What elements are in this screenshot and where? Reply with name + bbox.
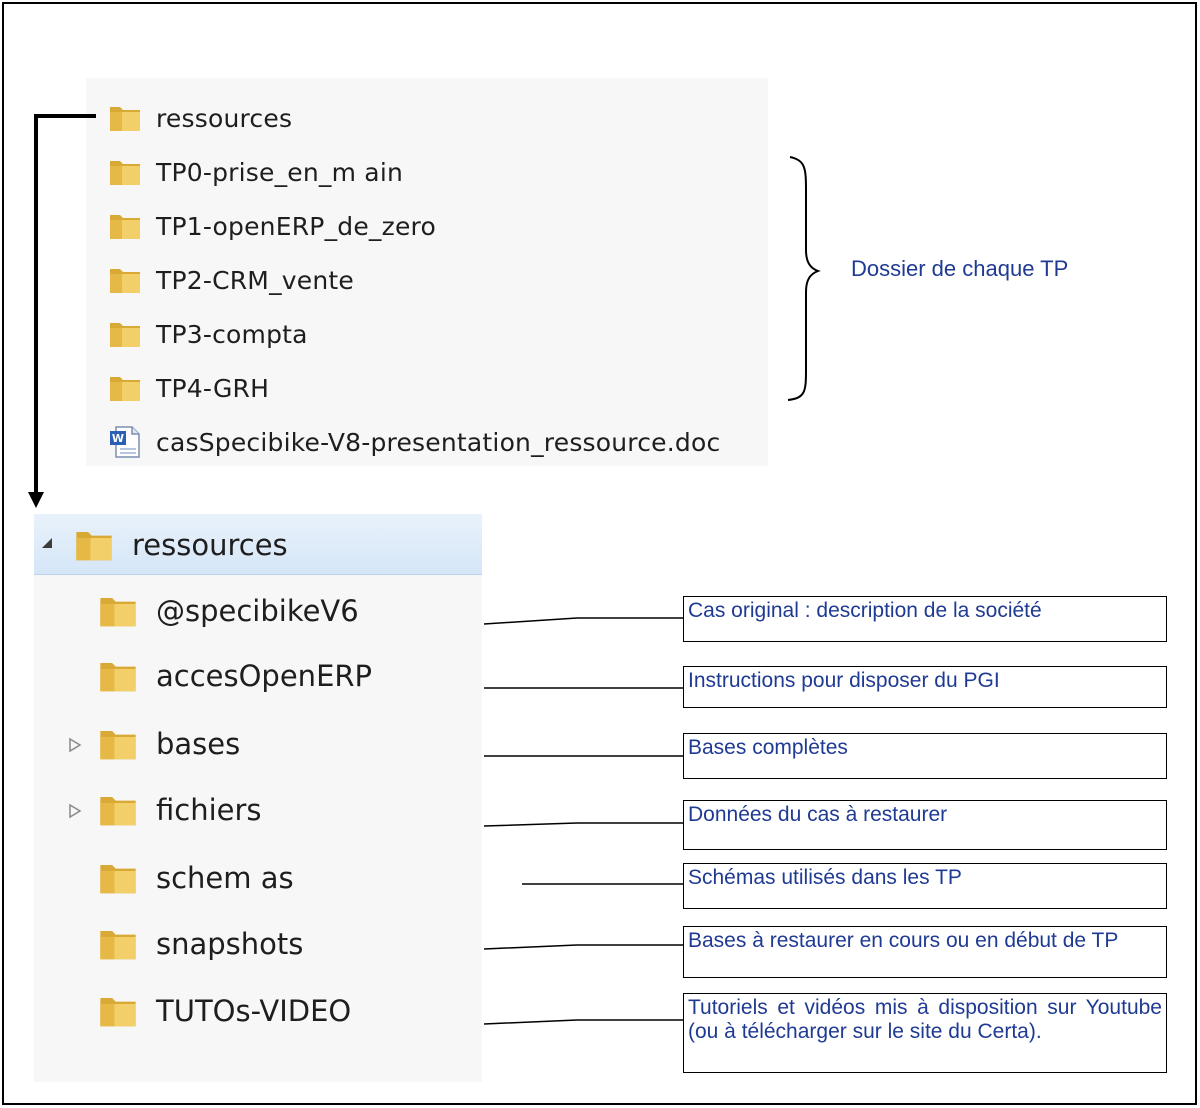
leader-line: [483, 944, 683, 950]
arrowhead-icon: [28, 492, 44, 508]
annotation-fichiers: Données du cas à restaurer: [683, 800, 1167, 850]
annotation-schemas: Schémas utilisés dans les TP: [683, 863, 1167, 909]
leader-line: [483, 822, 683, 827]
leader-line: [483, 617, 683, 625]
curly-brace: [787, 156, 821, 401]
link-arrow-line: [34, 114, 96, 494]
annotation-accesopenerp: Instructions pour disposer du PGI: [683, 666, 1167, 708]
annotation-specibikev6: Cas original : description de la société: [683, 596, 1167, 642]
leader-line: [483, 1019, 683, 1025]
annotation-bases: Bases complètes: [683, 733, 1167, 779]
annotation-tutos-video: Tutoriels et vidéos mis à disposition su…: [683, 993, 1167, 1073]
annotation-snapshots: Bases à restaurer en cours ou en début d…: [683, 926, 1167, 978]
